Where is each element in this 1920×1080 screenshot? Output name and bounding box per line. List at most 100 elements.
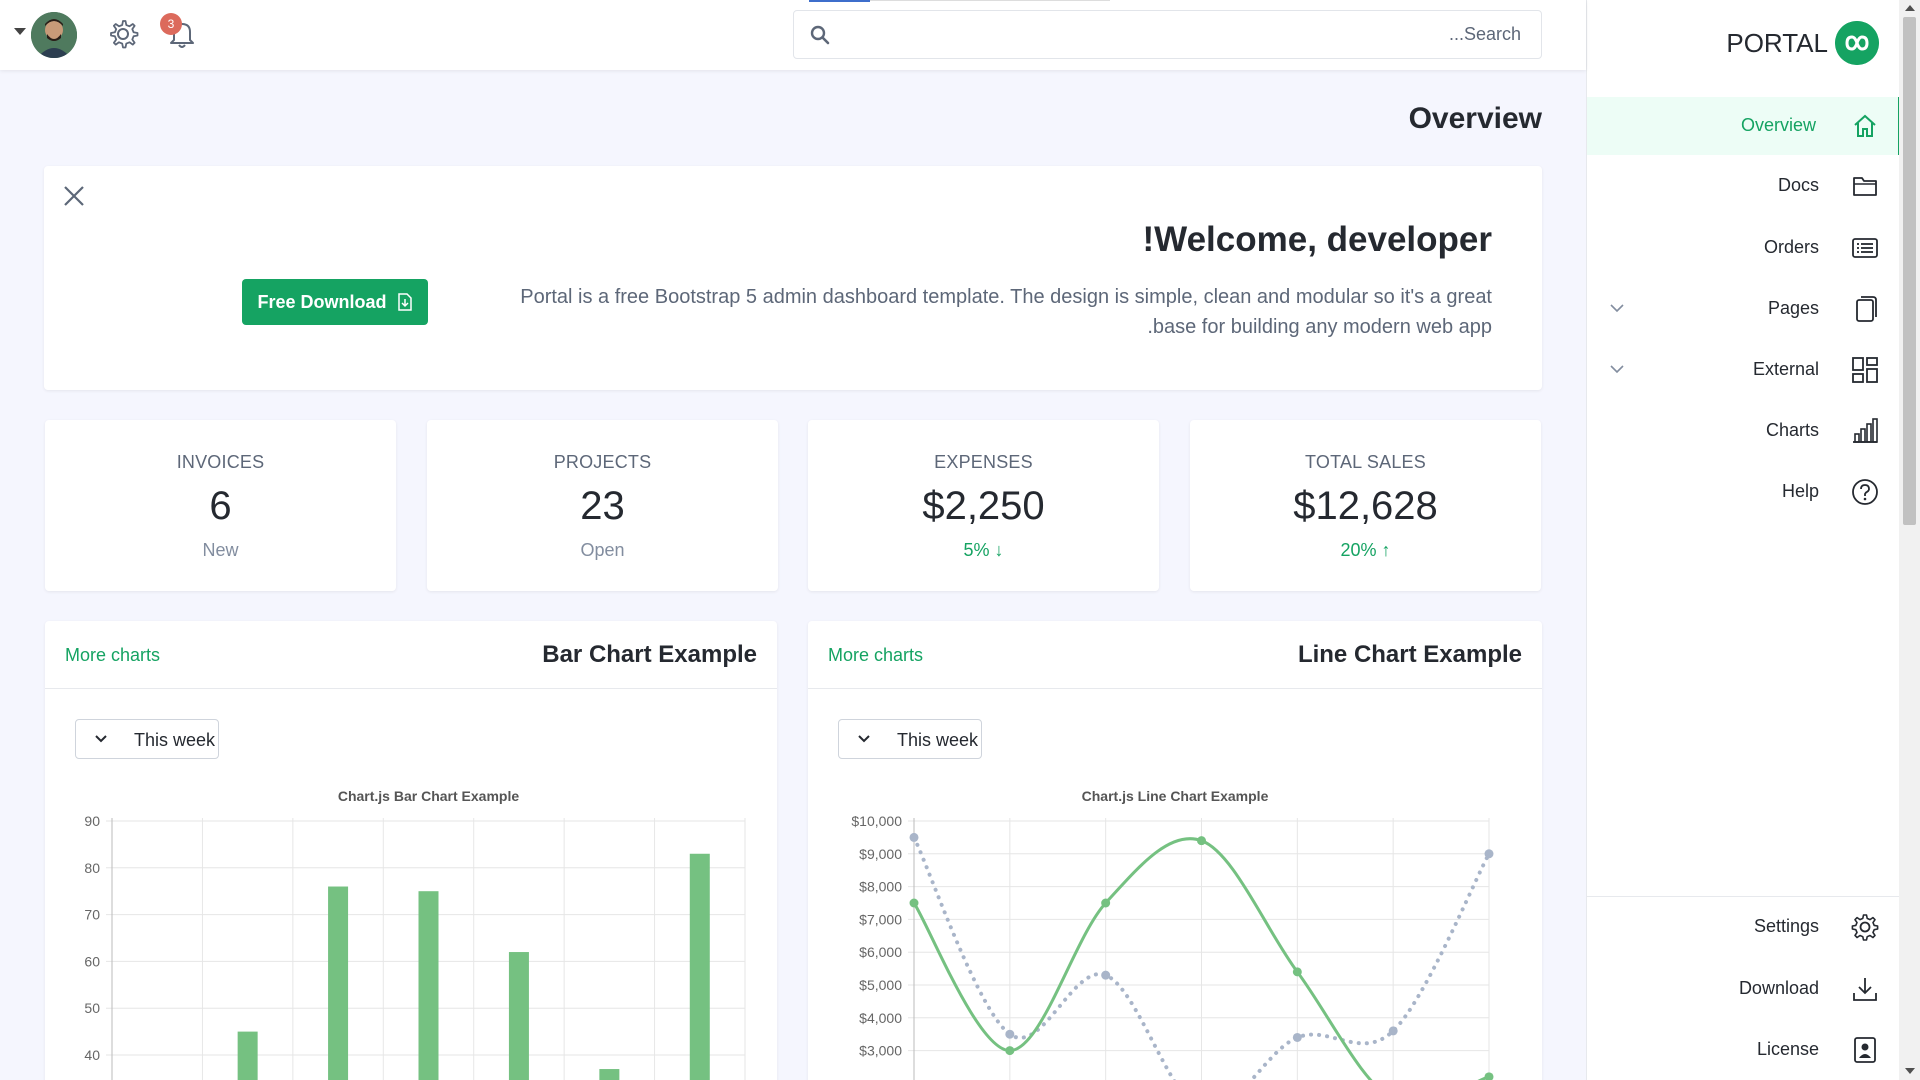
stat-label: PROJECTS xyxy=(553,452,652,472)
welcome-text: Portal is a free Bootstrap 5 admin dashb… xyxy=(492,282,1492,342)
folder-icon xyxy=(1853,177,1877,196)
stat-sub: 5% ↓ xyxy=(963,540,1004,560)
y-tick-label: 60 xyxy=(84,953,100,969)
stat-label: EXPENSES xyxy=(934,452,1033,472)
grid-icon xyxy=(1852,357,1878,383)
search-icon[interactable] xyxy=(810,25,830,45)
file-download-icon xyxy=(397,293,412,311)
close-icon[interactable] xyxy=(62,184,86,208)
sidebar-item-label: Download xyxy=(1738,978,1819,998)
y-tick-label: $5,000 xyxy=(859,977,902,993)
sidebar-item-label: Help xyxy=(1781,481,1819,501)
tab-indicator xyxy=(809,0,870,2)
gear-icon xyxy=(1851,914,1879,941)
free-download-button[interactable]: Free Download xyxy=(242,279,428,325)
scrollbar-thumb[interactable] xyxy=(1903,17,1916,525)
sidebar-item-label: External xyxy=(1752,359,1819,379)
welcome-card: !Welcome, developer Portal is a free Boo… xyxy=(44,166,1542,390)
sidebar-item-label: Overview xyxy=(1740,115,1816,135)
user-menu-caret-icon[interactable] xyxy=(14,28,26,35)
stat-sub: New xyxy=(202,540,239,560)
sidebar-item-overview[interactable]: Overview xyxy=(1587,97,1901,155)
sidebar-item-label: License xyxy=(1756,1039,1819,1059)
stat-card-invoices[interactable]: INVOICES 6 New xyxy=(45,420,396,591)
chevron-down-icon[interactable] xyxy=(1609,300,1625,316)
license-icon xyxy=(1854,1037,1876,1063)
stat-card-expenses[interactable]: EXPENSES $2,250 5% ↓ xyxy=(808,420,1159,591)
bar-chart: Chart.js Bar Chart Example 90 80 70 60 50 40 xyxy=(84,788,746,1080)
stat-sub: 20% ↑ xyxy=(1340,540,1391,560)
question-icon xyxy=(1852,479,1878,505)
pages-icon xyxy=(1856,296,1877,322)
bar xyxy=(328,886,349,1080)
sidebar-item-download[interactable]: Download xyxy=(1587,960,1901,1018)
brand-logo-icon[interactable] xyxy=(1835,21,1879,65)
notification-count-badge: 3 xyxy=(160,13,182,35)
bar-chart-card: More charts Bar Chart Example This week … xyxy=(45,621,777,1080)
scroll-down-arrow-icon[interactable] xyxy=(1905,1068,1915,1074)
sidebar-item-pages[interactable]: Pages xyxy=(1587,280,1901,338)
stat-sub: Open xyxy=(580,540,625,560)
page-title: Overview xyxy=(1408,102,1542,135)
data-point xyxy=(1484,1072,1494,1080)
stat-value: 6 xyxy=(209,484,232,528)
y-tick-label: $9,000 xyxy=(859,846,902,862)
stat-label: TOTAL SALES xyxy=(1305,452,1426,472)
stat-value: 23 xyxy=(580,484,625,528)
y-tick-label: $8,000 xyxy=(859,879,902,895)
y-tick-label: $10,000 xyxy=(851,813,902,829)
gear-icon[interactable] xyxy=(107,18,139,50)
bar xyxy=(689,853,710,1080)
sidebar-item-orders[interactable]: Orders xyxy=(1587,219,1901,277)
bar xyxy=(508,952,529,1080)
stat-label: INVOICES xyxy=(176,452,265,472)
sidebar: PORTAL Overview Docs Orders Pages Extern… xyxy=(1586,0,1901,1080)
y-tick-label: 80 xyxy=(84,860,100,876)
sidebar-item-help[interactable]: Help xyxy=(1587,463,1901,521)
data-point xyxy=(1005,1029,1015,1039)
top-bar: 3 xyxy=(0,0,1586,70)
y-tick-label: $6,000 xyxy=(859,944,902,960)
sidebar-item-docs[interactable]: Docs xyxy=(1587,157,1901,215)
sidebar-item-label: Orders xyxy=(1763,237,1819,257)
stat-card-total-sales[interactable]: TOTAL SALES $12,628 20% ↑ xyxy=(1190,420,1541,591)
sidebar-item-external[interactable]: External xyxy=(1587,341,1901,399)
sidebar-item-charts[interactable]: Charts xyxy=(1587,402,1901,460)
sidebar-item-license[interactable]: License xyxy=(1587,1021,1901,1079)
bar-chart-icon xyxy=(1853,418,1878,443)
sidebar-item-label: Pages xyxy=(1767,298,1819,318)
scroll-up-arrow-icon[interactable] xyxy=(1905,5,1915,11)
stat-value: $2,250 xyxy=(922,484,1045,528)
free-download-label: Free Download xyxy=(257,291,387,312)
data-point xyxy=(909,898,919,908)
y-tick-label: $4,000 xyxy=(859,1010,902,1026)
data-point xyxy=(1197,836,1206,846)
sidebar-item-settings[interactable]: Settings xyxy=(1587,898,1901,956)
data-point xyxy=(1388,1026,1398,1036)
chart-title: Chart.js Bar Chart Example xyxy=(338,788,519,804)
user-avatar[interactable] xyxy=(31,12,77,58)
stat-card-projects[interactable]: PROJECTS 23 Open xyxy=(427,420,778,591)
data-point xyxy=(1484,849,1494,859)
sidebar-divider xyxy=(1587,896,1901,897)
bar xyxy=(599,1069,620,1080)
welcome-text-line: Portal is a free Bootstrap 5 admin dashb… xyxy=(520,286,1492,308)
search-input[interactable] xyxy=(794,11,1541,58)
search-box xyxy=(793,10,1542,59)
brand-name[interactable]: PORTAL xyxy=(1726,28,1828,59)
data-point xyxy=(1292,1032,1302,1042)
bar xyxy=(418,891,439,1080)
bar xyxy=(237,1031,258,1080)
welcome-text-line: .base for building any modern web app xyxy=(1147,316,1492,338)
line-chart: Chart.js Line Chart Example $10,000 $9,000… xyxy=(851,788,1494,1080)
data-point xyxy=(1292,967,1302,977)
y-tick-label: 70 xyxy=(84,907,100,923)
welcome-title: !Welcome, developer xyxy=(1142,220,1492,259)
line-chart-card: More charts Line Chart Example This week… xyxy=(808,621,1542,1080)
stat-value: $12,628 xyxy=(1293,484,1438,528)
data-point xyxy=(909,832,919,842)
data-point xyxy=(1005,1046,1015,1056)
chevron-down-icon[interactable] xyxy=(1609,361,1625,377)
data-point xyxy=(1101,970,1111,980)
sidebar-item-label: Docs xyxy=(1777,175,1819,195)
